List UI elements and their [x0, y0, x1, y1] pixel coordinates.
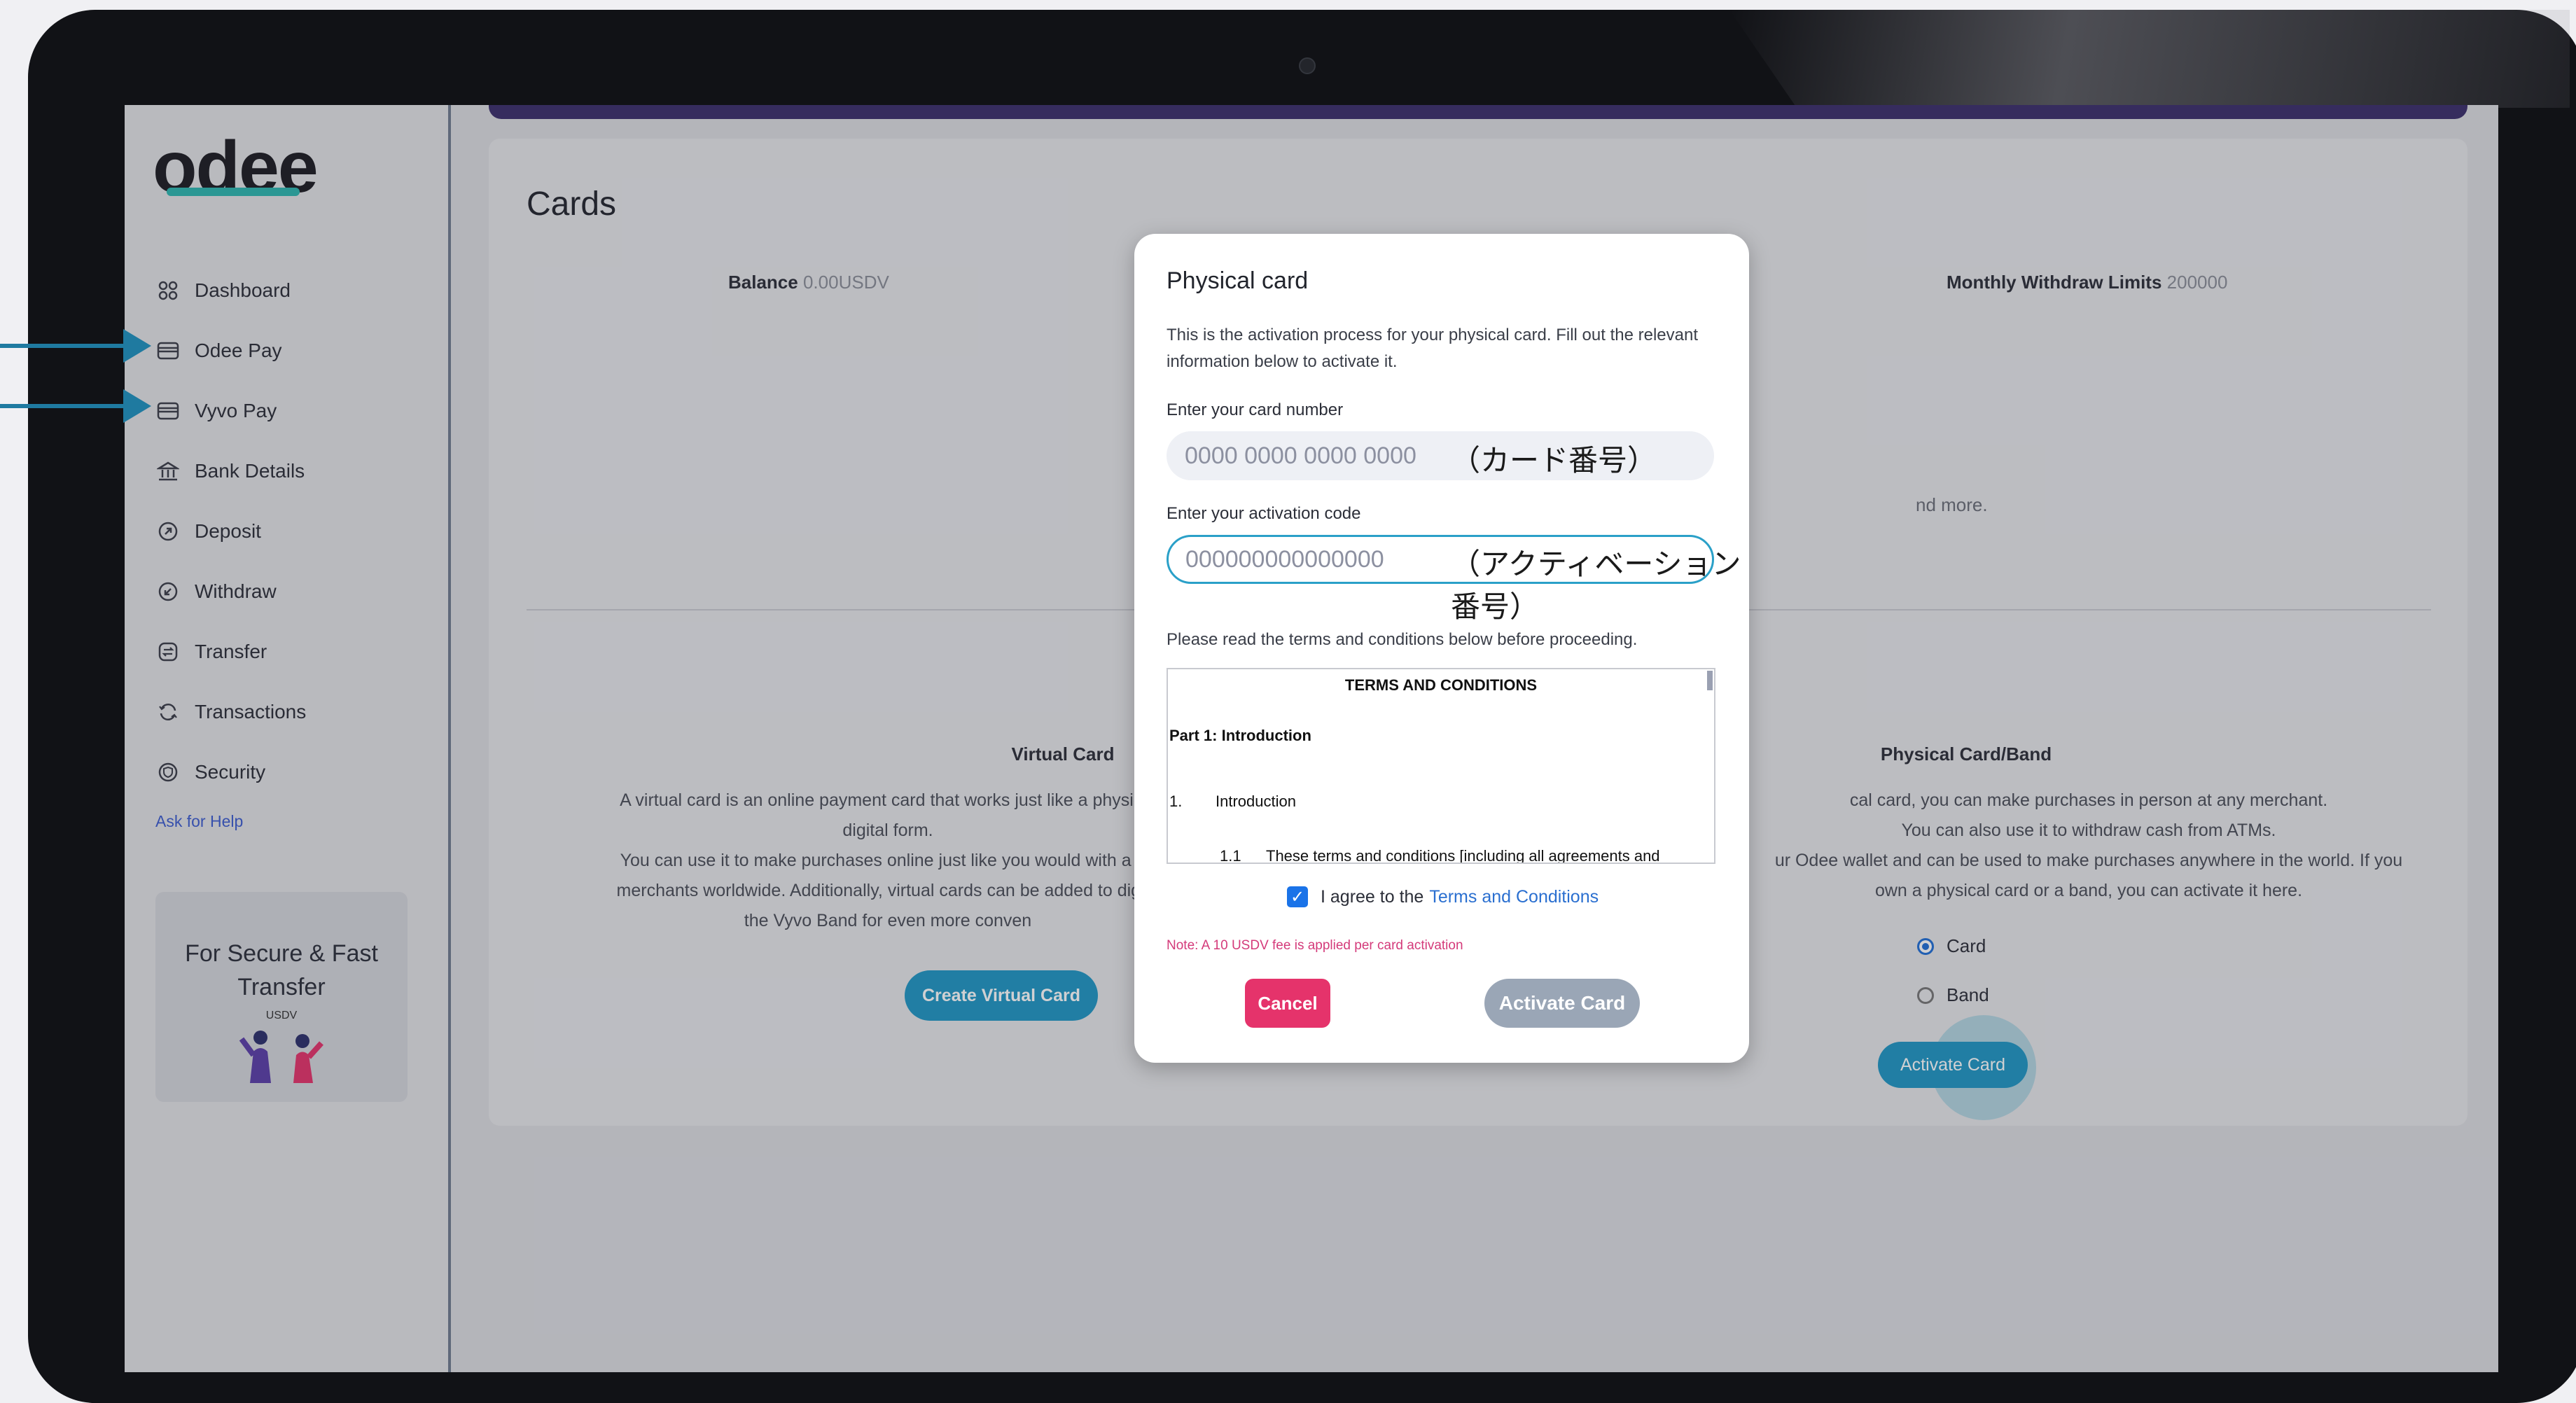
fee-note: Note: A 10 USDV fee is applied per card …	[1167, 938, 1463, 953]
activate-card-button[interactable]: Activate Card	[1484, 979, 1640, 1028]
create-virtual-card-button[interactable]: Create Virtual Card	[905, 970, 1098, 1021]
sidebar-item-vyvo-pay[interactable]: Vyvo Pay	[157, 381, 306, 441]
physical-card-modal: Physical card This is the activation pro…	[1134, 234, 1749, 1063]
withdraw-limit-value: 200000	[2166, 272, 2228, 293]
balance-label: Balance	[728, 272, 798, 293]
ask-for-help-link[interactable]: Ask for Help	[155, 812, 243, 831]
agree-text: I agree to the	[1321, 886, 1424, 907]
sidebar-item-label: Security	[195, 761, 266, 783]
promo-card: For Secure & Fast Transfer USDV	[155, 892, 408, 1102]
balance-stat: Balance 0.00USDV	[728, 272, 889, 293]
pointer-arrow-vyvo-pay	[0, 404, 125, 408]
scrollbar[interactable]	[1707, 671, 1713, 690]
transfer-icon	[157, 641, 179, 663]
physical-line: own a physical card or a band, you can a…	[1874, 881, 2303, 900]
radio-card-label: Card	[1947, 935, 1986, 956]
card-number-label: Enter your card number	[1167, 400, 1344, 419]
sidebar-item-label: Dashboard	[195, 279, 291, 301]
sidebar-nav: Dashboard Odee Pay Vyvo Pay Bank Details	[157, 260, 306, 802]
sidebar: odee Dashboard Odee Pay Vyvo Pay Bank De…	[125, 105, 451, 1372]
terms-instruction: Please read the terms and conditions bel…	[1167, 630, 1638, 649]
sidebar-item-transactions[interactable]: Transactions	[157, 682, 306, 742]
sidebar-item-dashboard[interactable]: Dashboard	[157, 260, 306, 321]
sidebar-item-bank-details[interactable]: Bank Details	[157, 441, 306, 501]
terms-part-title: Part 1: Introduction	[1169, 727, 1311, 744]
radio-card[interactable]: Card	[1917, 935, 1986, 957]
bank-icon	[157, 460, 179, 482]
activation-code-annotation: （アクティベーション番号）	[1451, 547, 1741, 624]
sidebar-item-security[interactable]: Security	[157, 742, 306, 802]
bezel-glare	[1729, 10, 2570, 108]
terms-heading: TERMS AND CONDITIONS	[1344, 676, 1538, 694]
sidebar-item-odee-pay[interactable]: Odee Pay	[157, 321, 306, 381]
physical-line: ur Odee wallet and can be used to make p…	[1774, 851, 2403, 870]
card-number-annotation: （カード番号）	[1451, 443, 1657, 477]
modal-title: Physical card	[1167, 267, 1309, 294]
sidebar-item-withdraw[interactable]: Withdraw	[157, 561, 306, 622]
card-icon	[157, 340, 179, 362]
sidebar-item-deposit[interactable]: Deposit	[157, 501, 306, 561]
modal-description: This is the activation process for your …	[1167, 326, 1698, 371]
card-number-placeholder: 0000 0000 0000 0000	[1185, 442, 1416, 469]
terms-line-number: 1.	[1169, 793, 1183, 810]
withdraw-icon	[157, 580, 179, 603]
camera-icon	[1299, 57, 1316, 74]
top-banner	[489, 105, 2467, 119]
agree-row[interactable]: ✓ I agree to the Terms and Conditions	[1287, 886, 1599, 907]
withdraw-limit-label: Monthly Withdraw Limits	[1947, 272, 2162, 293]
sidebar-item-label: Withdraw	[195, 580, 277, 602]
withdraw-limit-stat: Monthly Withdraw Limits 200000	[1947, 272, 2227, 293]
terms-line-number: 1.1	[1220, 847, 1241, 864]
sidebar-item-label: Vyvo Pay	[195, 400, 277, 421]
physical-card-title: Physical Card/Band	[1880, 744, 2052, 765]
radio-band-label: Band	[1947, 984, 1989, 1005]
sidebar-item-label: Transfer	[195, 641, 267, 662]
sidebar-item-label: Odee Pay	[195, 340, 282, 361]
radio-empty-icon	[1917, 986, 1934, 1004]
physical-card-description: cal card, you can make purchases in pers…	[1707, 786, 2470, 906]
terms-line: 1.1 These terms and conditions [includin…	[1220, 847, 1714, 864]
terms-line: 1. Introduction	[1169, 793, 1714, 811]
transactions-icon	[157, 701, 179, 723]
radio-selected-icon	[1917, 937, 1934, 955]
arrow-head-icon	[123, 389, 151, 423]
promo-coin-label: USDV	[265, 1010, 298, 1021]
card-icon	[157, 400, 179, 422]
activation-code-label: Enter your activation code	[1167, 504, 1361, 523]
partial-text: nd more.	[1916, 494, 1988, 515]
radio-band[interactable]: Band	[1917, 984, 1989, 1006]
people-illustration-icon	[155, 1024, 408, 1096]
balance-value: 0.00USDV	[802, 272, 889, 293]
terms-link[interactable]: Terms and Conditions	[1429, 887, 1599, 907]
promo-title: For Secure & Fast Transfer	[185, 940, 378, 1000]
cancel-button[interactable]: Cancel	[1245, 979, 1330, 1028]
logo[interactable]: odee	[153, 126, 319, 209]
physical-line: cal card, you can make purchases in pers…	[1849, 790, 2328, 810]
activate-card-button-background[interactable]: Activate Card	[1878, 1042, 2028, 1088]
sidebar-item-label: Transactions	[195, 701, 307, 723]
activation-code-placeholder: 000000000000000	[1185, 545, 1384, 573]
terms-scroll-box[interactable]: TERMS AND CONDITIONS Part 1: Introductio…	[1167, 668, 1715, 864]
sidebar-item-transfer[interactable]: Transfer	[157, 622, 306, 682]
terms-line-text: These terms and conditions [including al…	[1266, 847, 1660, 864]
sidebar-item-label: Bank Details	[195, 460, 305, 482]
pointer-arrow-odee-pay	[0, 344, 125, 348]
physical-line: You can also use it to withdraw cash fro…	[1901, 821, 2276, 840]
terms-line-text: Introduction	[1216, 793, 1296, 810]
logo-swoosh	[167, 188, 300, 196]
page-title: Cards	[527, 186, 617, 223]
arrow-head-icon	[123, 329, 151, 363]
checkbox-checked-icon[interactable]: ✓	[1287, 886, 1308, 907]
dashboard-icon	[157, 279, 179, 302]
sidebar-item-label: Deposit	[195, 520, 261, 542]
deposit-icon	[157, 520, 179, 543]
shield-icon	[157, 761, 179, 783]
